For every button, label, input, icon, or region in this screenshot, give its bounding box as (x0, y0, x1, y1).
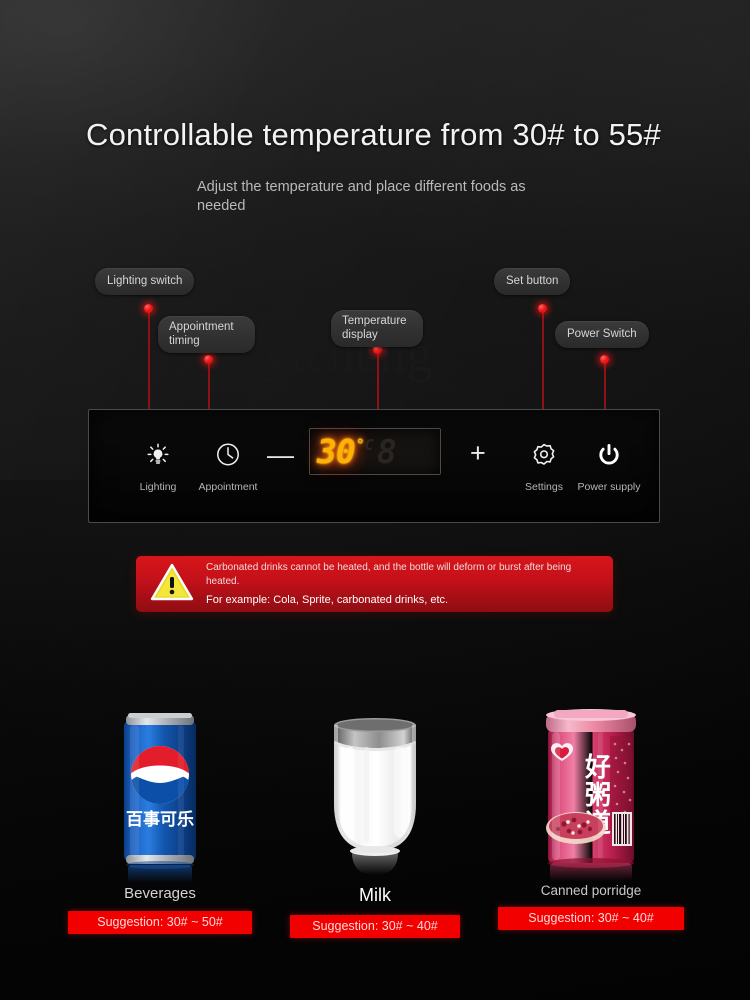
product-suggestion-milk: Suggestion: 30# ~ 40# (290, 915, 460, 938)
leader-dot-lighting (144, 304, 153, 313)
leader-dot-set (538, 304, 547, 313)
page-root: Controllable temperature from 30# to 55#… (0, 0, 750, 1000)
product-name-milk: Milk (359, 885, 391, 905)
warning-banner: Carbonated drinks cannot be heated, and … (136, 556, 613, 612)
panel-button-decrease[interactable]: — (267, 442, 294, 469)
product-canned-porridge: 好 粥 道 (498, 700, 684, 930)
porridge-can-image: 好 粥 道 (498, 700, 684, 885)
leader-line-power (604, 363, 606, 412)
product-suggestion-canned-porridge: Suggestion: 30# ~ 40# (498, 907, 684, 930)
svg-text:好: 好 (584, 753, 611, 783)
power-icon (567, 438, 651, 472)
panel-label-power-supply: Power supply (577, 481, 641, 493)
product-name-canned-porridge: Canned porridge (540, 883, 642, 898)
leader-line-temperature (377, 351, 379, 412)
callout-set-button[interactable]: Set button (494, 268, 571, 295)
warning-text-block: Carbonated drinks cannot be heated, and … (206, 561, 603, 607)
leader-line-appointment (208, 363, 210, 412)
clock-icon (183, 438, 273, 472)
callout-temperature-display[interactable]: Temperature display (331, 310, 423, 347)
product-beverages: 百事可乐 Beverages Suggestion: 30# ~ 50# (68, 707, 252, 934)
minus-icon: — (267, 440, 294, 470)
warning-triangle-icon (150, 562, 194, 607)
milk-glass-image (290, 707, 460, 885)
leader-dot-appointment (204, 355, 213, 364)
panel-label-appointment: Appointment (198, 481, 258, 493)
leader-line-set (542, 312, 544, 412)
leader-line-lighting (148, 312, 150, 412)
callout-appointment-timing[interactable]: Appointment timing (158, 316, 255, 353)
panel-button-appointment[interactable]: Appointment (183, 438, 273, 493)
pepsi-can-image: 百事可乐 (68, 707, 252, 885)
callout-lighting-switch[interactable]: Lighting switch (95, 268, 195, 295)
product-suggestion-beverages: Suggestion: 30# ~ 50# (68, 911, 252, 934)
warning-line-1: Carbonated drinks cannot be heated, and … (206, 562, 572, 587)
plus-icon: + (470, 438, 486, 468)
display-unit-letter: C (364, 435, 374, 454)
page-subtitle: Adjust the temperature and place differe… (197, 179, 526, 214)
callout-power-switch[interactable]: Power Switch (555, 321, 649, 348)
product-name-beverages: Beverages (124, 885, 196, 902)
leader-dot-power (600, 355, 609, 364)
display-value: 30 (317, 432, 356, 471)
panel-button-power-supply[interactable]: Power supply (567, 438, 651, 493)
product-milk: Milk Suggestion: 30# ~ 40# (290, 707, 460, 938)
page-title: Controllable temperature from 30# to 55# (86, 117, 661, 152)
display-blank-digit: 8 (376, 432, 397, 471)
panel-button-increase[interactable]: + (470, 440, 486, 467)
temperature-display: 30 ° C 8 (309, 428, 441, 475)
display-unit-degree: ° (355, 435, 365, 454)
warning-line-2: For example: Cola, Sprite, carbonated dr… (206, 594, 449, 606)
